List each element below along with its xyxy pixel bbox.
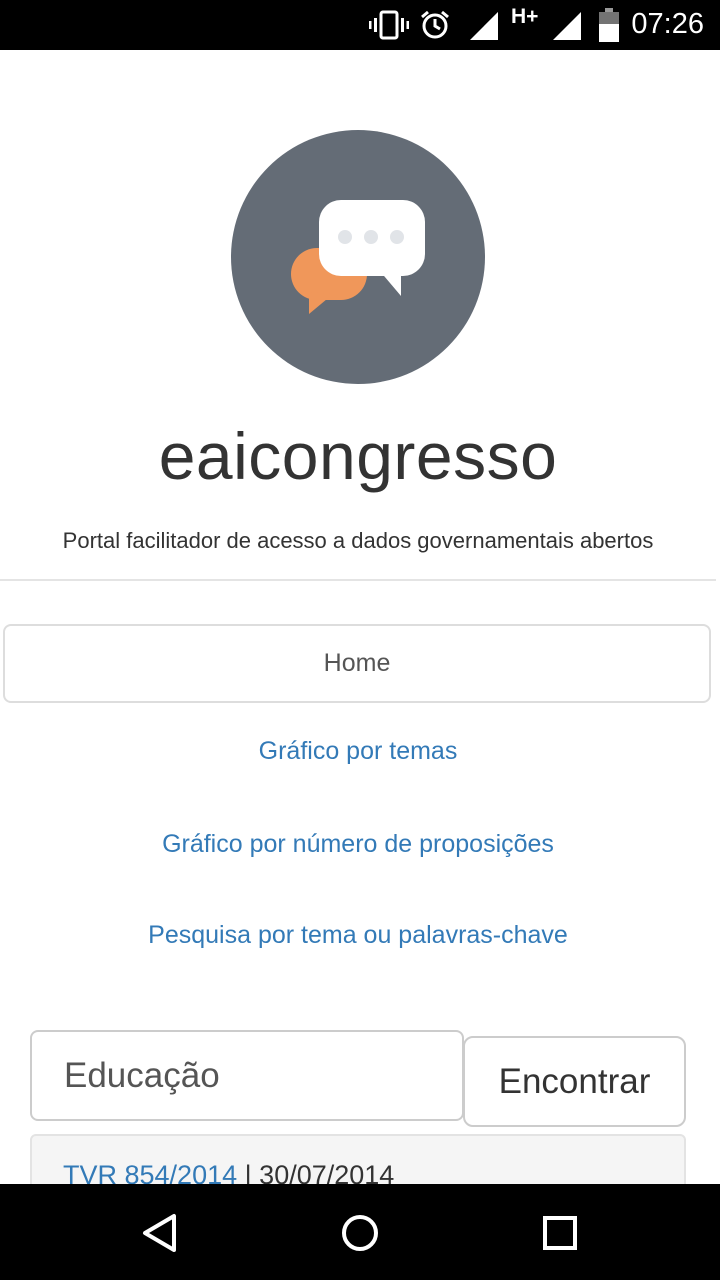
nav-link-pesquisa[interactable]: Pesquisa por tema ou palavras-chave bbox=[0, 921, 716, 950]
nav-link-grafico-proposicoes[interactable]: Gráfico por número de proposições bbox=[0, 830, 716, 859]
recents-icon[interactable] bbox=[539, 1212, 581, 1254]
network-type: H+ bbox=[511, 5, 539, 28]
search-input[interactable] bbox=[30, 1030, 464, 1121]
page-content: eaicongresso Portal facilitador de acess… bbox=[0, 50, 720, 1184]
tagline: Portal facilitador de acesso a dados gov… bbox=[62, 528, 654, 553]
result-code-link[interactable]: TVR 854/2014 bbox=[63, 1160, 237, 1184]
battery-icon bbox=[599, 8, 619, 42]
chat-bubbles-logo-icon bbox=[231, 130, 485, 384]
home-icon[interactable] bbox=[339, 1212, 381, 1254]
status-bar: H+ 07:26 bbox=[0, 0, 720, 50]
brand-title: eaicongresso bbox=[158, 419, 558, 493]
search-button[interactable]: Encontrar bbox=[463, 1036, 686, 1127]
vibrate-icon bbox=[369, 10, 409, 40]
signal-icon bbox=[470, 12, 498, 40]
alarm-icon bbox=[421, 10, 449, 39]
clock-time: 07:26 bbox=[631, 8, 704, 40]
result-card: TVR 854/2014 | 30/07/2014 bbox=[30, 1134, 686, 1184]
signal-icon bbox=[553, 12, 581, 40]
back-icon[interactable] bbox=[139, 1212, 181, 1254]
result-separator: | bbox=[244, 1160, 252, 1184]
nav-link-grafico-temas[interactable]: Gráfico por temas bbox=[0, 737, 716, 766]
search-button-label: Encontrar bbox=[498, 1061, 651, 1101]
system-nav-bar bbox=[0, 1184, 720, 1280]
header-divider bbox=[0, 579, 716, 581]
home-button[interactable]: Home bbox=[3, 624, 711, 703]
result-date: 30/07/2014 bbox=[259, 1160, 395, 1184]
home-button-label: Home bbox=[323, 649, 391, 677]
result-line: TVR 854/2014 | 30/07/2014 bbox=[63, 1160, 394, 1184]
